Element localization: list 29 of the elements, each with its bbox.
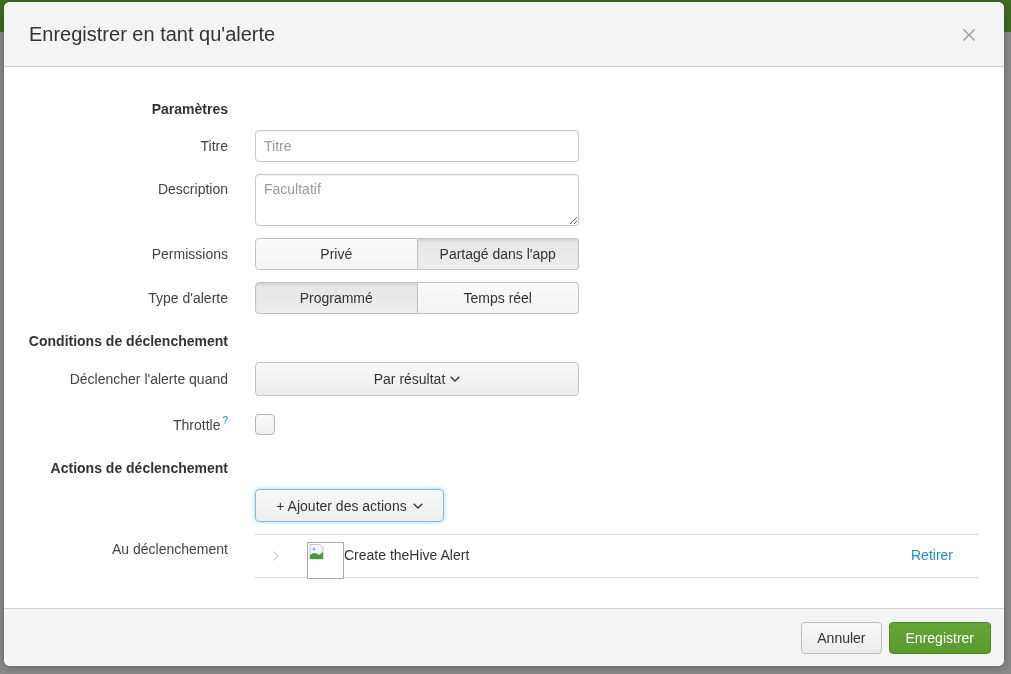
description-textarea[interactable]: Facultatif	[255, 174, 579, 226]
trigger-dropdown[interactable]: Par résultat	[255, 362, 579, 396]
section-heading: Actions de déclenchement	[49, 460, 228, 476]
remove-link[interactable]: Retirer	[911, 547, 953, 563]
toggle-option[interactable]: Partagé dans l'app	[417, 238, 579, 270]
cancel-button[interactable]: Annuler	[801, 621, 882, 654]
field-label: Throttle	[172, 416, 221, 433]
add-actions-button[interactable]: + Ajouter des actions	[255, 489, 444, 522]
toggle-option[interactable]: Privé	[255, 238, 418, 270]
close-icon[interactable]	[963, 29, 975, 41]
toggle-option[interactable]: Programmé	[255, 282, 418, 314]
throttle-checkbox[interactable]	[255, 414, 275, 435]
field-label: Déclencher l'alerte quand	[68, 371, 228, 387]
section-heading: Conditions de déclenchement	[27, 333, 228, 349]
dialog-title: Enregistrer en tant qu'alerte	[29, 22, 276, 46]
field-label: Description	[156, 180, 228, 197]
section-heading: Paramètres	[150, 101, 228, 117]
field-label: Type d'alerte	[147, 290, 228, 306]
broken-image-icon	[307, 542, 344, 579]
field-label: Permissions	[150, 246, 228, 262]
toggle-option[interactable]: Temps réel	[417, 282, 579, 314]
title-input[interactable]: Titre	[255, 130, 579, 162]
action-name: Create theHive Alert	[344, 547, 470, 563]
help-link[interactable]: ?	[222, 414, 228, 426]
field-label: Titre	[199, 138, 228, 154]
chevron-icon[interactable]	[273, 551, 279, 561]
caret-icon	[450, 376, 461, 382]
caret-icon	[412, 502, 423, 509]
field-label: Au déclenchement	[111, 540, 228, 557]
